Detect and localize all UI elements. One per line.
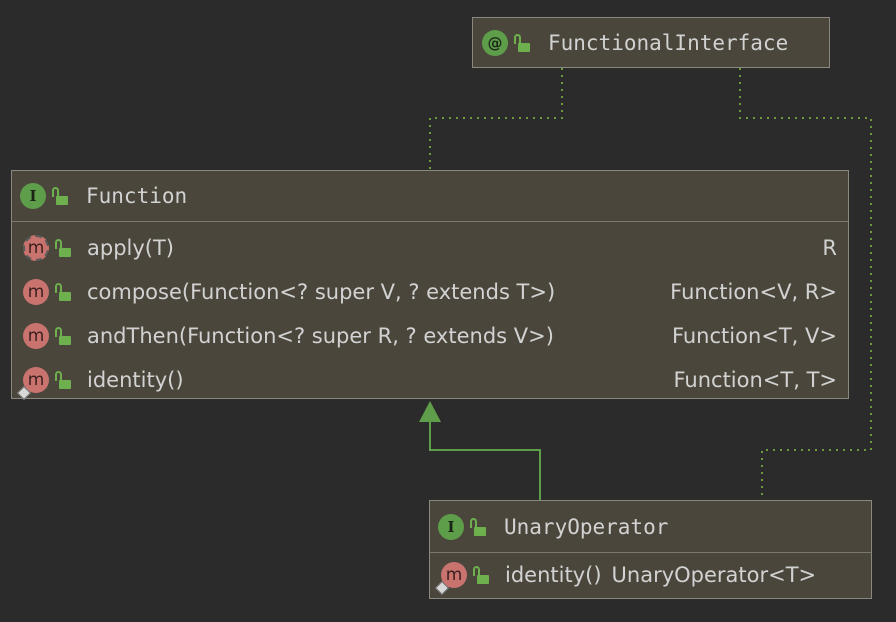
member-signature: compose(Function<? super V, ? extends T>… [87,280,556,304]
public-lock-icon [514,33,530,52]
inheritance-arrowhead [419,401,441,422]
interface-icon: I [20,183,46,209]
member-return-type: Function<T, T> [673,368,837,392]
member-return-type: Function<T, V> [671,324,837,348]
node-title: FunctionalInterface [548,30,789,55]
member-signature: andThen(Function<? super R, ? extends V>… [87,324,554,348]
node-header: I Function [12,171,848,222]
member-row[interactable]: m compose(Function<? super V, ? extends … [12,270,848,314]
public-lock-icon [55,283,71,301]
edge-unaryoperator-extends-function [429,420,541,500]
public-lock-icon [55,327,71,345]
public-lock-icon [55,371,71,389]
annotation-icon: @ [482,29,508,56]
member-row[interactable]: m andThen(Function<? super R, ? extends … [12,314,848,358]
public-lock-icon [470,517,486,536]
member-signature: identity() [87,368,184,392]
member-signature: apply(T) [87,236,175,260]
node-function[interactable]: I Function m apply(T) R m compose(Functi… [11,170,849,402]
node-unary-operator[interactable]: I UnaryOperator m identity() UnaryOperat… [429,500,872,599]
abstract-method-icon: m [23,235,49,261]
node-header: I UnaryOperator [430,501,871,553]
edge-function-to-functionalinterface [429,68,563,170]
static-method-icon: m [16,367,49,401]
member-row[interactable]: m apply(T) R [12,226,848,270]
node-title: UnaryOperator [504,514,669,539]
public-lock-icon [473,566,489,584]
static-method-icon: m [434,562,467,596]
method-icon: m [23,279,49,305]
public-lock-icon [55,239,71,257]
interface-icon: I [438,513,464,540]
method-icon: m [23,323,49,349]
member-row[interactable]: m identity() Function<T, T> [12,358,848,402]
member-return-type: Function<V, R> [670,280,837,304]
member-return-type: UnaryOperator<T> [611,563,817,587]
member-row[interactable]: m identity() UnaryOperator<T> [430,553,871,597]
node-title: Function [86,184,188,208]
member-signature: identity() [505,563,602,587]
member-return-type: R [822,236,837,260]
node-header: @ FunctionalInterface [473,18,829,67]
public-lock-icon [52,187,68,205]
node-functional-interface[interactable]: @ FunctionalInterface [472,17,830,68]
